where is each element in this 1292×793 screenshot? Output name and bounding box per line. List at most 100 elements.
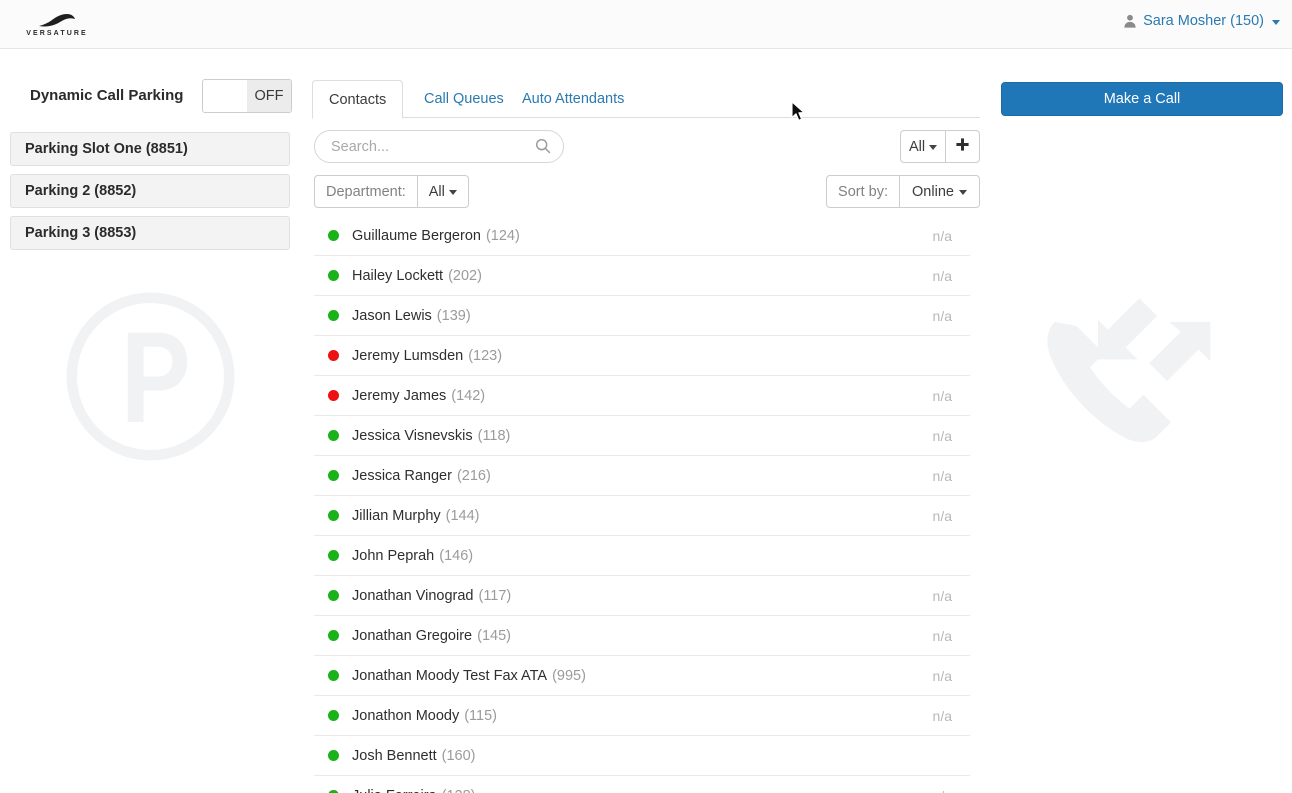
contact-extension: (160) bbox=[441, 747, 476, 764]
add-contact-button[interactable] bbox=[946, 130, 980, 163]
contact-row[interactable]: Jessica Ranger (216) n/a bbox=[314, 456, 970, 496]
dynamic-call-parking-title: Dynamic Call Parking bbox=[30, 87, 184, 104]
status-dot-online bbox=[328, 510, 339, 521]
brand-logo[interactable]: VERSATURE bbox=[12, 6, 102, 44]
filter-all-label: All bbox=[908, 138, 926, 155]
tab-auto-attendants[interactable]: Auto Attendants bbox=[506, 80, 640, 118]
user-name-label: Sara Mosher (150) bbox=[1143, 13, 1264, 29]
top-navigation-bar: VERSATURE Sara Mosher (150) bbox=[0, 0, 1292, 49]
department-filter-group: Department: All bbox=[314, 175, 469, 208]
contact-list[interactable]: Guillaume Bergeron (124) n/a Hailey Lockett… bbox=[314, 216, 970, 793]
contact-detail: n/a bbox=[932, 427, 952, 444]
contact-row[interactable]: Julia Ferreira (128) n/a bbox=[314, 776, 970, 793]
contact-name: Jessica Ranger bbox=[352, 467, 452, 484]
make-a-call-label: Make a Call bbox=[1103, 91, 1181, 107]
contact-row[interactable]: Hailey Lockett (202) n/a bbox=[314, 256, 970, 296]
department-value: All bbox=[428, 183, 445, 200]
sort-dropdown[interactable]: Online bbox=[899, 175, 980, 208]
search-input[interactable] bbox=[314, 130, 564, 163]
contact-row[interactable]: Jonathan Gregoire (145) n/a bbox=[314, 616, 970, 656]
contact-row[interactable]: Jonathan Vinograd (117) n/a bbox=[314, 576, 970, 616]
dolphin-icon bbox=[37, 13, 77, 28]
parking-p-circle-icon bbox=[63, 289, 238, 464]
contact-extension: (124) bbox=[485, 227, 520, 244]
tab-call-queues[interactable]: Call Queues bbox=[408, 80, 520, 118]
caret-down-icon bbox=[929, 145, 938, 150]
contact-extension: (202) bbox=[448, 267, 482, 284]
contact-detail: n/a bbox=[932, 307, 952, 324]
contact-name: Jillian Murphy bbox=[352, 507, 441, 524]
filter-all-dropdown[interactable]: All bbox=[900, 130, 946, 163]
filter-button-group: All bbox=[900, 130, 980, 163]
contact-name: Julia Ferreira bbox=[352, 788, 437, 793]
contact-detail: n/a bbox=[932, 467, 952, 484]
contact-name: Jeremy James bbox=[352, 387, 447, 404]
status-dot-busy bbox=[328, 350, 339, 361]
call-parking-panel: Dynamic Call Parking OFF Parking Slot On… bbox=[0, 49, 300, 793]
dynamic-call-parking-toggle[interactable]: OFF bbox=[202, 79, 292, 113]
contact-detail: n/a bbox=[932, 667, 952, 684]
sort-filter-group: Sort by: Online bbox=[826, 175, 980, 208]
brand-wordmark: VERSATURE bbox=[26, 30, 88, 37]
contact-detail: n/a bbox=[932, 707, 952, 724]
contact-extension: (216) bbox=[456, 467, 491, 484]
status-dot-online bbox=[328, 430, 339, 441]
phone-call-transfer-icon bbox=[1037, 286, 1234, 476]
status-dot-busy bbox=[328, 390, 339, 401]
contact-extension: (146) bbox=[439, 547, 474, 564]
contact-name: Jonathon Moody bbox=[352, 707, 460, 724]
contact-name: John Peprah bbox=[352, 547, 435, 564]
contact-name: Hailey Lockett bbox=[352, 267, 444, 284]
contact-extension: (118) bbox=[477, 427, 511, 444]
contact-detail: n/a bbox=[932, 587, 952, 604]
contact-name: Jonathan Gregoire bbox=[352, 627, 473, 644]
caret-down-icon bbox=[1272, 19, 1280, 25]
status-dot-online bbox=[328, 750, 339, 761]
contact-extension: (123) bbox=[468, 347, 503, 364]
status-dot-online bbox=[328, 230, 339, 241]
contact-extension: (115) bbox=[464, 707, 497, 724]
contact-row[interactable]: Jason Lewis (139) n/a bbox=[314, 296, 970, 336]
contact-row[interactable]: Guillaume Bergeron (124) n/a bbox=[314, 216, 970, 256]
contact-extension: (145) bbox=[477, 627, 511, 644]
status-dot-online bbox=[328, 550, 339, 561]
parking-slot-item[interactable]: Parking Slot One (8851) bbox=[10, 132, 290, 166]
contact-detail: n/a bbox=[932, 627, 952, 644]
tab-label: Auto Attendants bbox=[522, 91, 625, 107]
tab-contacts[interactable]: Contacts bbox=[312, 80, 404, 119]
contact-row[interactable]: Jeremy Lumsden (123) bbox=[314, 336, 970, 376]
contact-row[interactable]: John Peprah (146) bbox=[314, 536, 970, 576]
status-dot-online bbox=[328, 670, 339, 681]
contact-detail: n/a bbox=[932, 387, 952, 404]
sort-label: Sort by: bbox=[826, 175, 899, 208]
parking-slot-item[interactable]: Parking 3 (8853) bbox=[10, 216, 290, 250]
parking-slot-label: Parking 2 (8852) bbox=[25, 183, 137, 199]
contact-row[interactable]: Jeremy James (142) n/a bbox=[314, 376, 970, 416]
contact-name: Jessica Visnevskis bbox=[352, 427, 473, 444]
make-a-call-button[interactable]: Make a Call bbox=[1001, 82, 1283, 116]
contact-detail: n/a bbox=[932, 507, 952, 524]
department-dropdown[interactable]: All bbox=[416, 175, 469, 208]
search-container bbox=[314, 130, 564, 163]
contact-row[interactable]: Jonathon Moody (115) n/a bbox=[314, 696, 970, 736]
user-account-menu[interactable]: Sara Mosher (150) bbox=[1123, 13, 1280, 29]
contact-detail: n/a bbox=[932, 227, 952, 244]
user-icon bbox=[1123, 14, 1137, 28]
contact-row[interactable]: Jonathan Moody Test Fax ATA (995) n/a bbox=[314, 656, 970, 696]
contact-detail: n/a bbox=[933, 788, 952, 793]
contact-row[interactable]: Jillian Murphy (144) n/a bbox=[314, 496, 970, 536]
contact-name: Jason Lewis bbox=[352, 307, 432, 324]
directory-panel: Contacts Call Queues Auto Attendants All bbox=[312, 49, 992, 793]
status-dot-online bbox=[328, 630, 339, 641]
parking-slot-item[interactable]: Parking 2 (8852) bbox=[10, 174, 290, 208]
toggle-state-label: OFF bbox=[247, 80, 291, 112]
contact-extension: (142) bbox=[451, 387, 486, 404]
status-dot-online bbox=[328, 590, 339, 601]
status-dot-online bbox=[328, 470, 339, 481]
caret-down-icon bbox=[958, 190, 967, 195]
contact-row[interactable]: Josh Bennett (160) bbox=[314, 736, 970, 776]
contact-row[interactable]: Jessica Visnevskis (118) n/a bbox=[314, 416, 970, 456]
tab-label: Contacts bbox=[329, 91, 387, 108]
status-dot-online bbox=[328, 310, 339, 321]
status-dot-online bbox=[328, 710, 339, 721]
